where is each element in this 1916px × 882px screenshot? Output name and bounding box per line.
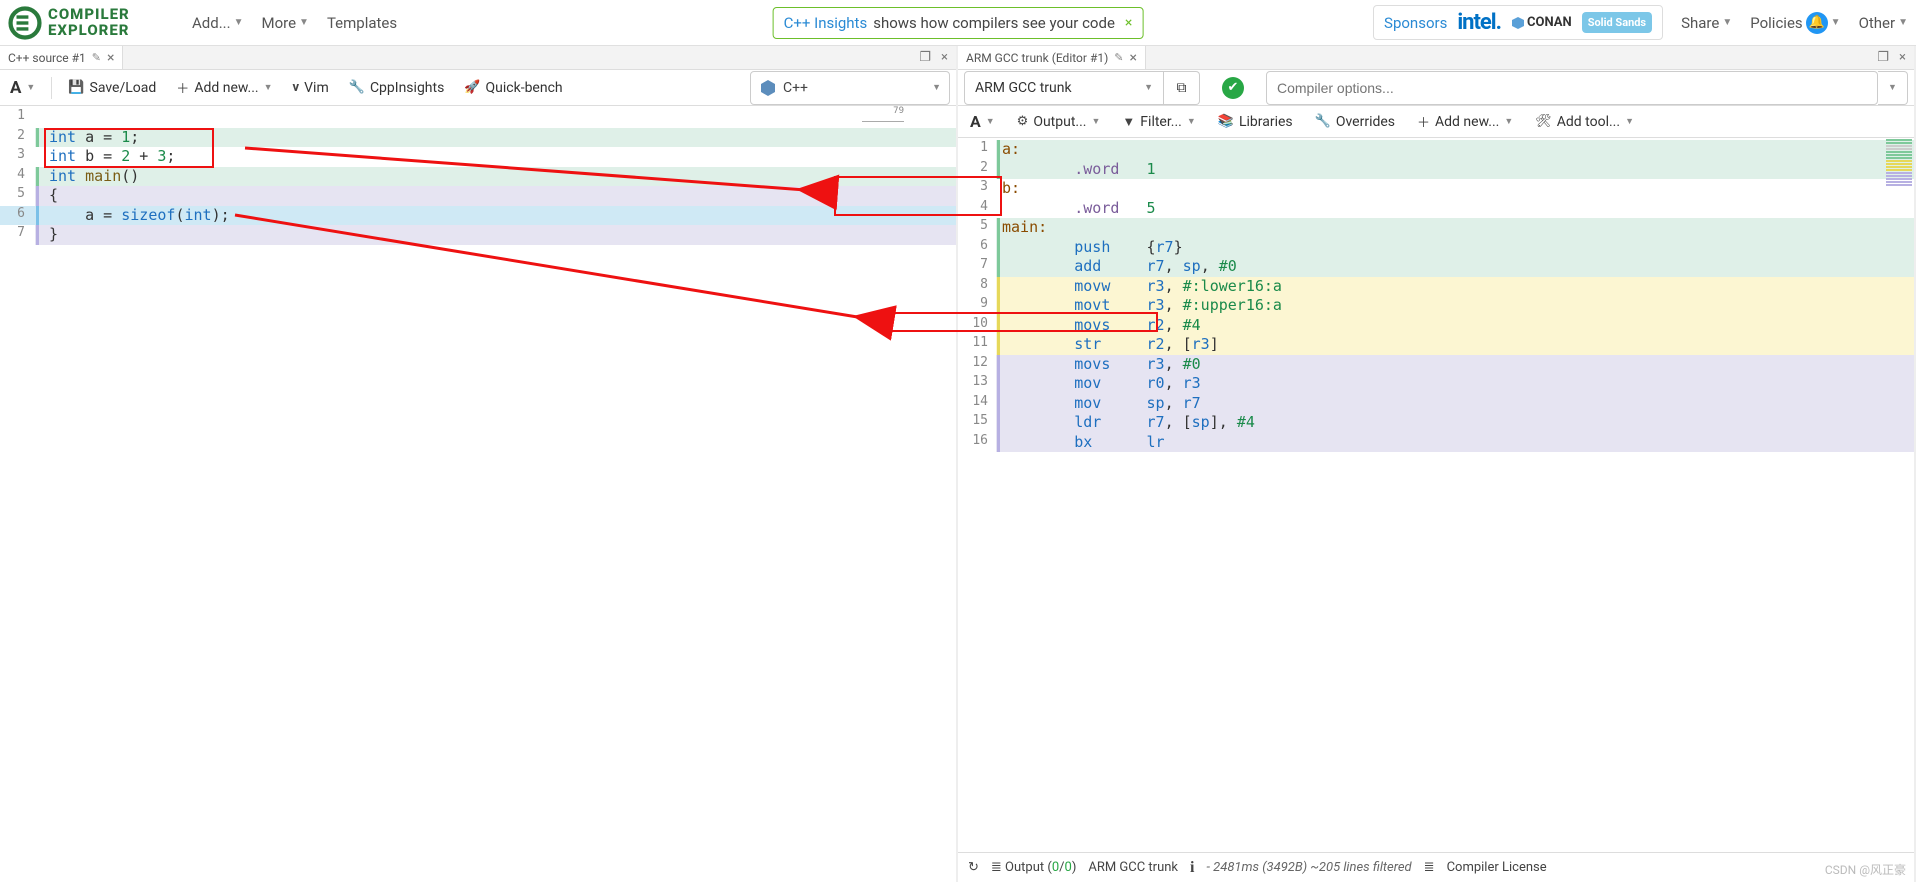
compiler-tab[interactable]: ARM GCC trunk (Editor #1) ✎ × bbox=[958, 46, 1146, 69]
tab-label: ARM GCC trunk (Editor #1) bbox=[966, 51, 1108, 65]
asm-code[interactable]: a: .word 1 b: .word 5 main: push {r7} ad… bbox=[996, 138, 1914, 852]
source-editor[interactable]: 1 2 3 4 5 6 7 79 int a = 1; int b = 2 + … bbox=[0, 106, 956, 882]
cpp-icon bbox=[759, 79, 777, 97]
banner-text: shows how compilers see your code bbox=[873, 14, 1115, 32]
addnew-button[interactable]: ＋Add new...▼ bbox=[172, 76, 276, 99]
license-icon: ≣ bbox=[1424, 860, 1435, 875]
options-expand-button[interactable]: ▼ bbox=[1878, 71, 1908, 105]
logo-icon bbox=[8, 6, 42, 40]
plus-icon: ＋ bbox=[176, 78, 189, 97]
rocket-icon: 🚀 bbox=[464, 80, 480, 95]
asm-gutter: 1234 5678 9101112 13141516 bbox=[958, 138, 996, 852]
source-tab[interactable]: C++ source #1 ✎ × bbox=[0, 46, 123, 69]
nav-policies[interactable]: Policies 🔔 ▼ bbox=[1750, 12, 1840, 34]
popout-button[interactable]: ⧉ bbox=[1164, 71, 1200, 105]
vim-button[interactable]: vVim bbox=[289, 78, 333, 98]
nav-more[interactable]: More ▼ bbox=[261, 14, 308, 32]
wrench-icon: 🔧 bbox=[349, 80, 365, 95]
nav-menu: Add... ▼ More ▼ Templates bbox=[192, 14, 397, 32]
nav-share[interactable]: Share ▼ bbox=[1681, 14, 1732, 32]
close-icon[interactable]: × bbox=[107, 50, 114, 66]
nav-right: Sponsors intel. CONAN Solid Sands Share … bbox=[1373, 5, 1908, 40]
maximize-icon[interactable]: ❐ bbox=[919, 50, 931, 65]
compiler-tabbar: ARM GCC trunk (Editor #1) ✎ × ❐ × bbox=[958, 46, 1914, 70]
caret-icon: ▼ bbox=[299, 17, 309, 28]
caret-icon: ▼ bbox=[1722, 17, 1732, 28]
gear-icon: ⚙ bbox=[1017, 114, 1029, 129]
compiler-statusbar: ↻ ≣ Output (0/0) ARM GCC trunk i - 2481m… bbox=[958, 852, 1914, 882]
panels: C++ source #1 ✎ × ❐ × A▼ 💾Save/Load ＋Add… bbox=[0, 46, 1916, 882]
nav-other[interactable]: Other ▼ bbox=[1859, 14, 1908, 32]
plus-icon: ＋ bbox=[1417, 112, 1430, 131]
tool-icon: 🛠 bbox=[1535, 114, 1552, 129]
ruler: 79 bbox=[862, 106, 904, 122]
cppinsights-button[interactable]: 🔧CppInsights bbox=[345, 78, 449, 98]
logo[interactable]: COMPILER EXPLORER bbox=[8, 5, 178, 41]
sponsor-conan-logo: CONAN bbox=[1511, 15, 1572, 30]
sponsors-box[interactable]: Sponsors intel. CONAN Solid Sands bbox=[1373, 5, 1663, 40]
compiler-options-input[interactable] bbox=[1266, 71, 1878, 105]
minimap[interactable] bbox=[1884, 138, 1914, 852]
compiler-select[interactable]: ARM GCC trunk ▼ bbox=[964, 71, 1164, 105]
caret-icon: ▼ bbox=[932, 82, 941, 93]
font-button[interactable]: A▼ bbox=[966, 110, 999, 133]
close-panel-icon[interactable]: × bbox=[941, 50, 948, 65]
asm-editor[interactable]: 1234 5678 9101112 13141516 a: .word 1 b:… bbox=[958, 138, 1914, 852]
maximize-icon[interactable]: ❐ bbox=[1877, 50, 1889, 65]
caret-icon: ▼ bbox=[1831, 17, 1841, 28]
bell-icon: 🔔 bbox=[1806, 12, 1828, 34]
saveload-button[interactable]: 💾Save/Load bbox=[64, 78, 160, 98]
compiler-subtoolbar: A▼ ⚙Output...▼ ▼Filter...▼ 📚Libraries 🔧O… bbox=[958, 106, 1914, 138]
overrides-button[interactable]: 🔧Overrides bbox=[1311, 112, 1399, 132]
list-icon: ≣ bbox=[991, 860, 1002, 875]
external-link-icon: ⧉ bbox=[1177, 80, 1187, 96]
vim-icon: v bbox=[293, 80, 300, 95]
language-select[interactable]: C++ ▼ bbox=[750, 71, 950, 105]
source-toolbar: A▼ 💾Save/Load ＋Add new...▼ vVim 🔧CppInsi… bbox=[0, 70, 956, 106]
banner-link[interactable]: C++ Insights bbox=[784, 14, 868, 32]
status-timing: - 2481ms (3492B) ~205 lines filtered bbox=[1206, 860, 1411, 875]
output-button[interactable]: ≣ Output (0/0) bbox=[991, 860, 1076, 875]
caret-icon: ▼ bbox=[234, 17, 244, 28]
reload-icon[interactable]: ↻ bbox=[968, 860, 979, 875]
status-ok-icon: ✔ bbox=[1222, 77, 1244, 99]
addtool-menu[interactable]: 🛠Add tool...▼ bbox=[1531, 112, 1638, 132]
caret-icon: ▼ bbox=[1898, 17, 1908, 28]
quickbench-button[interactable]: 🚀Quick-bench bbox=[460, 78, 566, 98]
watermark: CSDN @风正豪 bbox=[1825, 861, 1906, 878]
libraries-button[interactable]: 📚Libraries bbox=[1214, 112, 1297, 132]
pencil-icon[interactable]: ✎ bbox=[92, 51, 101, 64]
caret-icon: ▼ bbox=[1144, 82, 1153, 93]
info-icon[interactable]: i bbox=[1190, 859, 1194, 877]
pencil-icon[interactable]: ✎ bbox=[1114, 51, 1123, 64]
status-compiler: ARM GCC trunk bbox=[1088, 860, 1178, 875]
nav-add[interactable]: Add... ▼ bbox=[192, 14, 243, 32]
sponsor-solidsands-logo: Solid Sands bbox=[1582, 12, 1652, 33]
save-icon: 💾 bbox=[68, 80, 84, 95]
compiler-toolbar: ARM GCC trunk ▼ ⧉ ✔ ▼ bbox=[958, 70, 1914, 106]
source-gutter: 1 2 3 4 5 6 7 bbox=[0, 106, 35, 882]
sponsors-label: Sponsors bbox=[1384, 14, 1447, 32]
sponsor-intel-logo: intel. bbox=[1457, 10, 1501, 35]
logo-text: COMPILER EXPLORER bbox=[48, 7, 130, 39]
license-button[interactable]: Compiler License bbox=[1447, 860, 1547, 875]
banner-close-icon[interactable]: × bbox=[1125, 15, 1132, 31]
nav-templates[interactable]: Templates bbox=[327, 14, 397, 32]
close-icon[interactable]: × bbox=[1129, 50, 1136, 66]
tab-label: C++ source #1 bbox=[8, 51, 86, 65]
source-panel: C++ source #1 ✎ × ❐ × A▼ 💾Save/Load ＋Add… bbox=[0, 46, 958, 882]
source-code[interactable]: 79 int a = 1; int b = 2 + 3; int main() … bbox=[35, 106, 956, 882]
font-button[interactable]: A▼ bbox=[6, 76, 39, 100]
compiler-panel: ARM GCC trunk (Editor #1) ✎ × ❐ × ARM GC… bbox=[958, 46, 1916, 882]
output-menu[interactable]: ⚙Output...▼ bbox=[1013, 112, 1105, 132]
close-panel-icon[interactable]: × bbox=[1899, 50, 1906, 65]
filter-menu[interactable]: ▼Filter...▼ bbox=[1118, 112, 1199, 132]
filter-icon: ▼ bbox=[1122, 114, 1135, 130]
info-banner: C++ Insights shows how compilers see you… bbox=[773, 7, 1144, 39]
source-tabbar: C++ source #1 ✎ × ❐ × bbox=[0, 46, 956, 70]
wrench-icon: 🔧 bbox=[1315, 114, 1331, 129]
top-navbar: COMPILER EXPLORER Add... ▼ More ▼ Templa… bbox=[0, 0, 1916, 46]
addnew-menu[interactable]: ＋Add new...▼ bbox=[1413, 110, 1517, 133]
book-icon: 📚 bbox=[1218, 114, 1234, 129]
